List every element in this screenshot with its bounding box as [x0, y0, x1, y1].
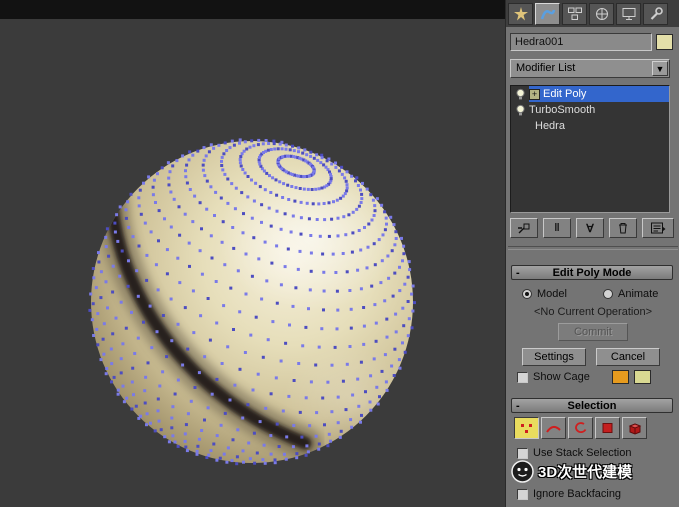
command-panel-tabs — [506, 0, 679, 27]
watermark-logo-icon — [511, 460, 534, 483]
edge-mode-button[interactable] — [541, 417, 566, 439]
element-mode-button[interactable] — [622, 417, 647, 439]
vertex-mode-button[interactable] — [514, 417, 539, 439]
model-radio[interactable] — [522, 289, 532, 299]
use-stack-selection-label: Use Stack Selection — [533, 447, 631, 459]
tab-hierarchy[interactable] — [562, 3, 587, 25]
watermark: 3D次世代建模 — [511, 460, 679, 483]
visibility-bulb-icon[interactable] — [513, 88, 527, 101]
model-radio-label: Model — [537, 288, 567, 300]
stack-item-label: TurboSmooth — [527, 104, 595, 116]
configure-sets-icon — [650, 221, 666, 235]
stack-item-edit-poly[interactable]: + Edit Poly — [511, 86, 669, 102]
chevron-down-icon[interactable]: ▼ — [652, 61, 668, 76]
border-icon — [572, 421, 589, 435]
animate-radio[interactable] — [603, 289, 613, 299]
cancel-button[interactable]: Cancel — [596, 348, 660, 366]
cage-color-swatch-1[interactable] — [612, 370, 629, 384]
remove-modifier-button[interactable] — [609, 218, 637, 238]
create-icon — [513, 6, 529, 22]
show-cage-label: Show Cage — [533, 371, 590, 383]
visibility-bulb-icon[interactable] — [513, 104, 527, 117]
tab-create[interactable] — [508, 3, 533, 25]
border-mode-button[interactable] — [568, 417, 593, 439]
modifier-stack: + Edit Poly TurboSmooth Hedra — [510, 85, 670, 213]
ignore-backfacing-checkbox[interactable] — [517, 489, 528, 500]
modifier-list-dropdown[interactable]: Modifier List ▼ — [510, 59, 670, 78]
configure-modifier-sets-button[interactable] — [642, 218, 674, 238]
command-panel: Hedra001 Modifier List ▼ + Edit Poly Tur… — [505, 0, 679, 507]
modifier-list-label: Modifier List — [516, 62, 575, 74]
element-icon — [626, 421, 643, 436]
motion-icon — [594, 6, 610, 22]
stack-item-label: Hedra — [511, 120, 565, 132]
utilities-icon — [648, 6, 664, 22]
polygon-mode-button[interactable] — [595, 417, 620, 439]
show-end-result-button[interactable]: ‖ — [543, 218, 571, 238]
polygon-icon — [599, 421, 616, 435]
use-stack-selection-checkbox[interactable] — [517, 448, 528, 459]
commit-button[interactable]: Commit — [558, 323, 628, 341]
modify-icon — [540, 6, 556, 22]
cage-color-swatch-2[interactable] — [634, 370, 651, 384]
tab-utilities[interactable] — [643, 3, 668, 25]
hierarchy-icon — [567, 6, 583, 22]
panel-divider — [508, 246, 678, 250]
stack-item-label: Edit Poly — [543, 88, 586, 100]
display-icon — [621, 6, 637, 22]
current-operation-status: <No Current Operation> — [506, 306, 679, 318]
expand-plus-icon[interactable]: + — [529, 89, 540, 100]
stack-item-turbosmooth[interactable]: TurboSmooth — [511, 102, 669, 118]
ignore-backfacing-label: Ignore Backfacing — [533, 488, 621, 500]
animate-radio-label: Animate — [618, 288, 658, 300]
rollout-title: Selection — [568, 400, 617, 412]
rollout-selection[interactable]: - Selection — [511, 398, 673, 413]
trash-icon — [616, 221, 630, 235]
perspective-viewport[interactable] — [0, 0, 505, 507]
pin-stack-button[interactable] — [510, 218, 538, 238]
tab-display[interactable] — [616, 3, 641, 25]
sphere-canvas — [0, 0, 505, 507]
make-unique-button[interactable]: ∀ — [576, 218, 604, 238]
watermark-text: 3D次世代建模 — [538, 461, 632, 482]
3dsmax-window: Hedra001 Modifier List ▼ + Edit Poly Tur… — [0, 0, 679, 507]
tab-motion[interactable] — [589, 3, 614, 25]
make-unique-icon: ∀ — [586, 222, 594, 235]
collapse-icon: - — [516, 266, 520, 280]
object-name-field[interactable]: Hedra001 — [510, 33, 652, 51]
rollout-title: Edit Poly Mode — [553, 267, 632, 279]
object-color-swatch[interactable] — [656, 34, 673, 50]
show-end-result-icon: ‖ — [554, 222, 559, 234]
stack-item-hedra[interactable]: Hedra — [511, 118, 669, 134]
stack-toolbar: ‖ ∀ — [510, 218, 676, 240]
tab-modify[interactable] — [535, 3, 560, 25]
rollout-edit-poly-mode[interactable]: - Edit Poly Mode — [511, 265, 673, 280]
pin-icon — [517, 221, 531, 235]
settings-button[interactable]: Settings — [522, 348, 586, 366]
edge-icon — [545, 421, 562, 435]
vertex-icon — [518, 421, 535, 435]
collapse-icon: - — [516, 399, 520, 413]
show-cage-checkbox[interactable] — [517, 372, 528, 383]
